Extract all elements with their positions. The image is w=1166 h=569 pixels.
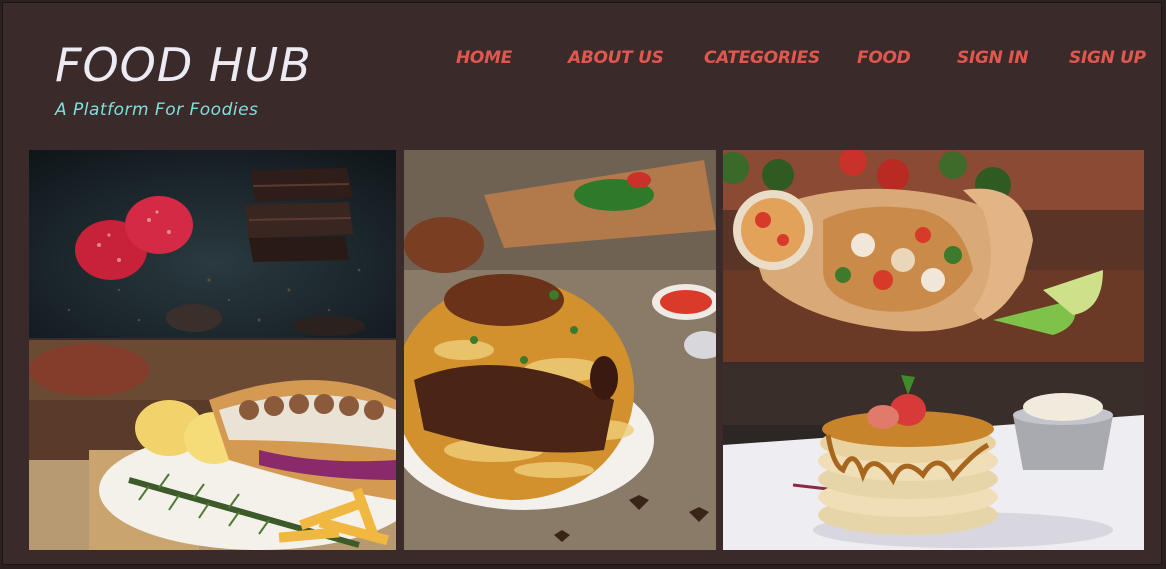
- site-tagline: A Platform For Foodies: [55, 100, 259, 120]
- chocolate-raspberry-image: [29, 150, 396, 338]
- nav-sign-in-link[interactable]: SIGN IN: [957, 48, 1028, 68]
- main-nav: HOME ABOUT US CATEGORIES FOOD SIGN IN SI…: [0, 48, 1166, 72]
- biryani-image: [404, 150, 716, 550]
- sandwich-fries-image: [29, 340, 396, 550]
- nav-food-link[interactable]: FOOD: [857, 48, 911, 68]
- nav-home-link[interactable]: HOME: [456, 48, 512, 68]
- nav-about-us-link[interactable]: ABOUT US: [568, 48, 664, 68]
- nav-sign-up-link[interactable]: SIGN UP: [1069, 48, 1146, 68]
- burrito-image: [723, 150, 1144, 362]
- nav-categories-link[interactable]: CATEGORIES: [704, 48, 820, 68]
- pancakes-image: [723, 365, 1144, 550]
